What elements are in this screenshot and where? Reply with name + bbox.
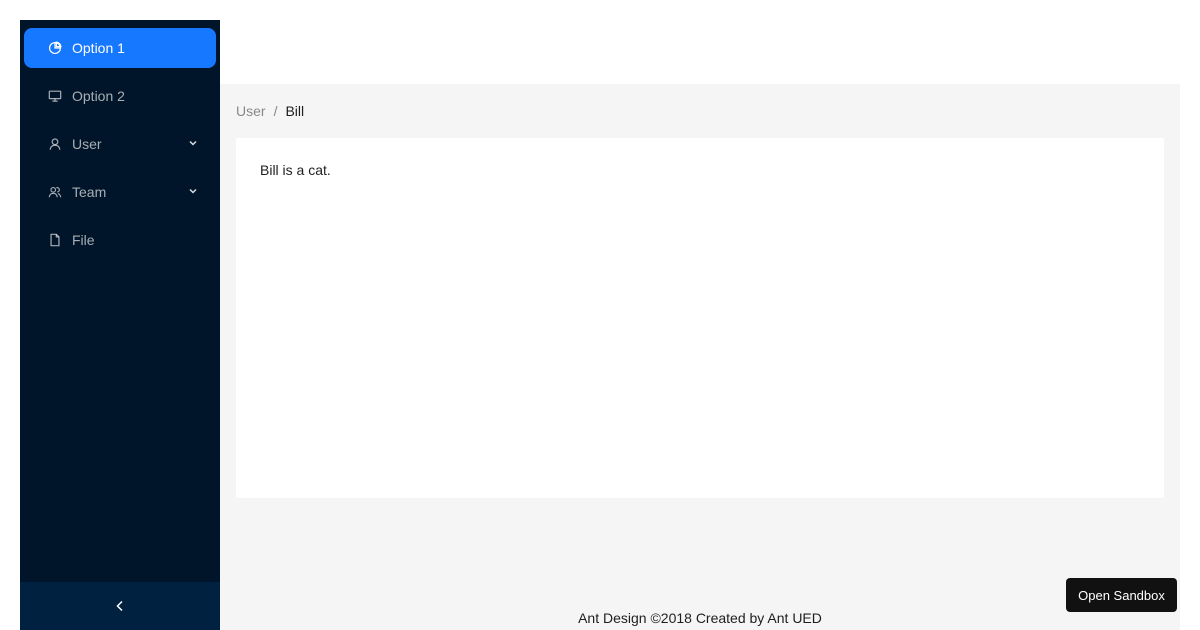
breadcrumb: User / Bill [236,84,1164,138]
chevron-down-icon [189,140,197,146]
sidebar-collapse-trigger[interactable] [20,582,220,630]
chevron-left-icon [116,600,123,612]
sidebar-item-label: Option 1 [72,40,125,56]
breadcrumb-separator: / [273,103,278,119]
sidebar-item-label: File [72,232,95,248]
page-content: User / Bill Bill is a cat. [220,84,1180,556]
file-icon [48,233,62,247]
breadcrumb-item-user[interactable]: User [236,103,266,119]
app-layout: Option 1 Option 2 User Team File User / … [20,20,1180,630]
footer-text: Ant Design ©2018 Created by Ant UED [578,610,822,626]
breadcrumb-item-bill: Bill [285,103,305,119]
pie-chart-icon [48,41,62,55]
chevron-down-icon [189,188,197,194]
sidebar-item-file[interactable]: File [24,220,216,260]
sidebar-submenu-team[interactable]: Team [24,172,216,212]
sidebar: Option 1 Option 2 User Team File [20,20,220,630]
user-icon [48,137,62,151]
sidebar-item-option-2[interactable]: Option 2 [24,76,216,116]
sidebar-item-label: User [72,136,102,152]
content-card: Bill is a cat. [236,138,1164,498]
page-footer: Ant Design ©2018 Created by Ant UED [220,556,1180,630]
page-header [220,20,1180,84]
desktop-icon [48,89,62,103]
open-sandbox-button[interactable]: Open Sandbox [1066,578,1177,612]
main-layout: User / Bill Bill is a cat. Ant Design ©2… [220,20,1180,630]
sidebar-item-option-1[interactable]: Option 1 [24,28,216,68]
sidebar-submenu-user[interactable]: User [24,124,216,164]
sidebar-item-label: Option 2 [72,88,125,104]
team-icon [48,185,62,199]
content-text: Bill is a cat. [260,162,331,178]
sidebar-menu: Option 1 Option 2 User Team File [20,20,220,260]
sidebar-item-label: Team [72,184,107,200]
